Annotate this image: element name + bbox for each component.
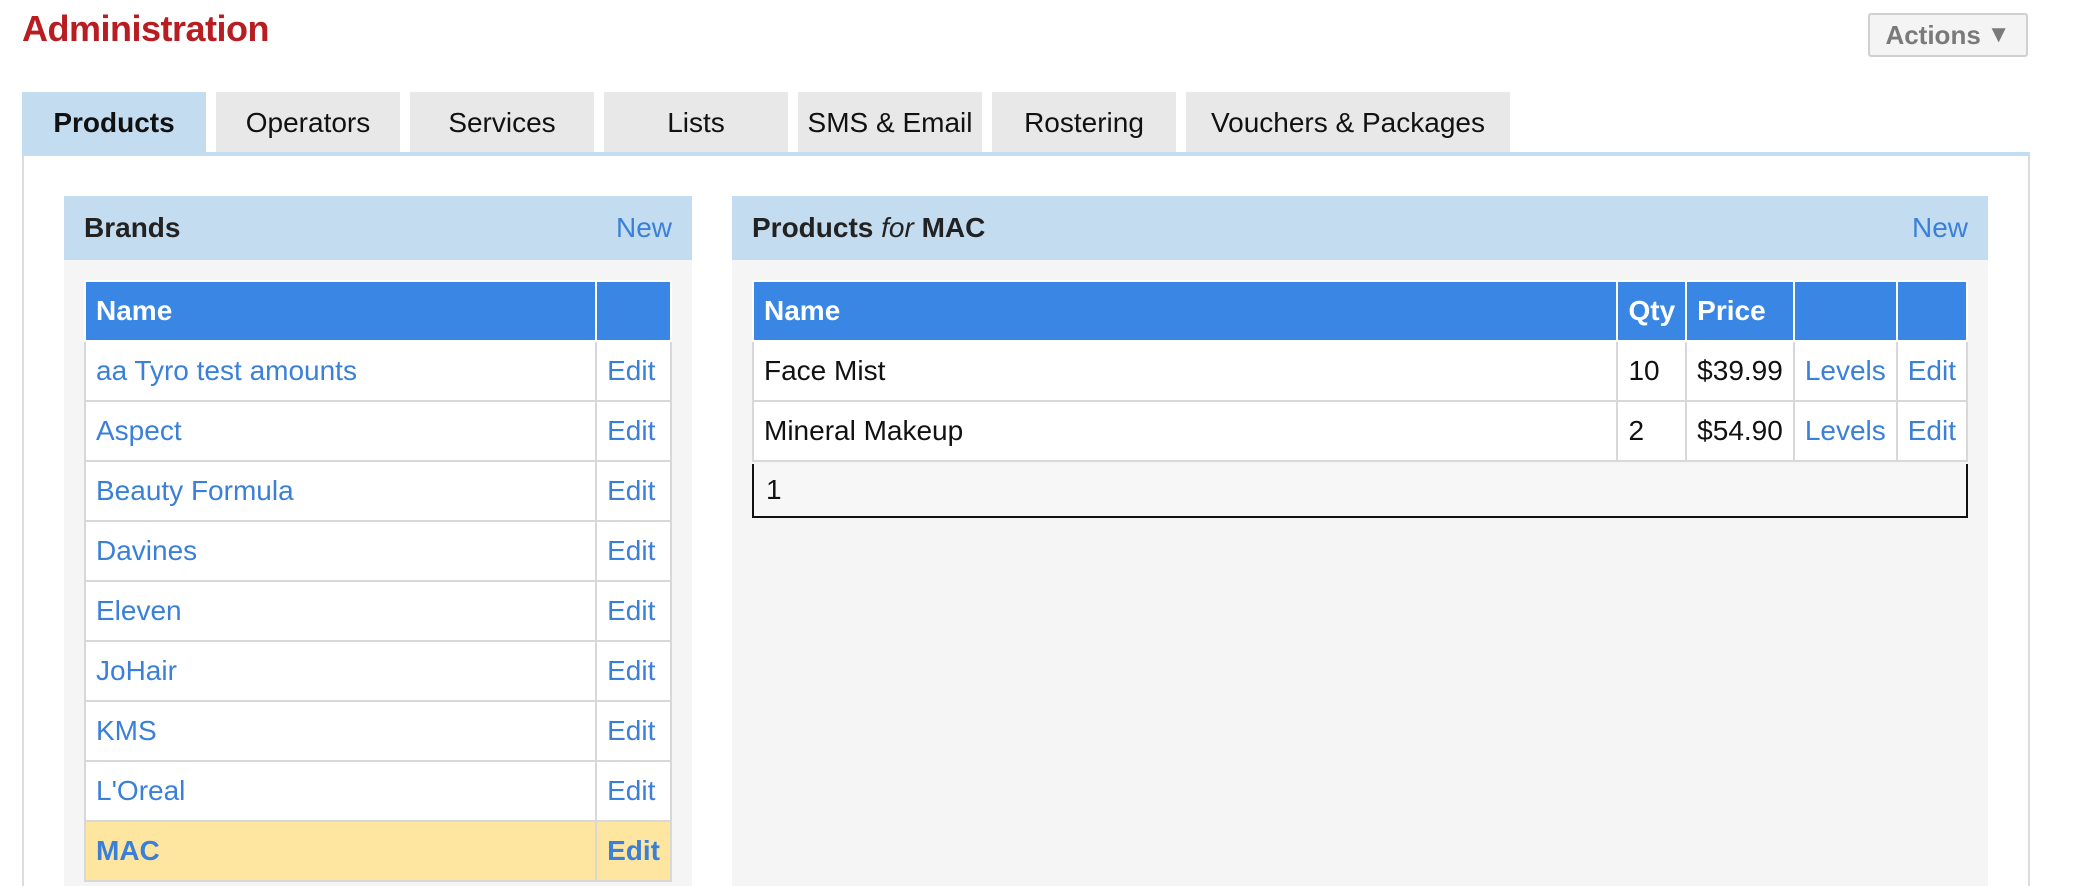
- product-levels-link[interactable]: Levels: [1792, 400, 1898, 462]
- table-row: aa Tyro test amounts Edit: [83, 340, 672, 402]
- table-row: L'Oreal Edit: [83, 760, 672, 822]
- actions-label: Actions: [1885, 19, 1981, 50]
- brand-edit-link[interactable]: Edit: [595, 580, 672, 642]
- brand-edit-link[interactable]: Edit: [595, 760, 672, 822]
- brands-table: Name aa Tyro test amounts Edit Aspect Ed…: [83, 280, 672, 882]
- brand-name-link[interactable]: aa Tyro test amounts: [83, 340, 598, 402]
- brand-name-link[interactable]: JoHair: [83, 640, 598, 702]
- brands-table-header: Name: [83, 280, 672, 342]
- product-edit-link[interactable]: Edit: [1895, 340, 1969, 402]
- products-pager: 1: [752, 464, 1968, 518]
- actions-button[interactable]: Actions ▼: [1868, 13, 2028, 57]
- table-row: Beauty Formula Edit: [83, 460, 672, 522]
- product-edit-link[interactable]: Edit: [1895, 400, 1969, 462]
- brand-name-link[interactable]: L'Oreal: [83, 760, 598, 822]
- product-qty: 10: [1616, 340, 1688, 402]
- brand-edit-link[interactable]: Edit: [595, 460, 672, 522]
- brands-action-column-header: [595, 280, 672, 342]
- tab-services[interactable]: Services: [410, 92, 594, 154]
- pager-page-1[interactable]: 1: [766, 474, 782, 506]
- product-price: $39.99: [1685, 340, 1795, 402]
- new-brand-link[interactable]: New: [616, 212, 672, 244]
- table-row: Eleven Edit: [83, 580, 672, 642]
- tab-products[interactable]: Products: [22, 92, 206, 154]
- tab-lists[interactable]: Lists: [604, 92, 788, 154]
- product-edit-column-header: [1895, 280, 1969, 342]
- table-row: JoHair Edit: [83, 640, 672, 702]
- table-row-selected: MAC Edit: [83, 820, 672, 882]
- product-price: $54.90: [1685, 400, 1795, 462]
- brand-edit-link[interactable]: Edit: [595, 700, 672, 762]
- brand-name-link[interactable]: Aspect: [83, 400, 598, 462]
- brand-edit-link[interactable]: Edit: [595, 400, 672, 462]
- brand-name-link[interactable]: Davines: [83, 520, 598, 582]
- products-title-prefix: Products: [752, 212, 874, 243]
- brands-name-column-header: Name: [83, 280, 598, 342]
- brand-edit-link[interactable]: Edit: [595, 340, 672, 402]
- table-row: Face Mist 10 $39.99 Levels Edit: [751, 340, 1969, 402]
- brand-edit-link[interactable]: Edit: [595, 520, 672, 582]
- brand-name-link[interactable]: Eleven: [83, 580, 598, 642]
- product-name: Mineral Makeup: [751, 400, 1619, 462]
- product-name-column-header: Name: [751, 280, 1619, 342]
- brand-name-link[interactable]: Beauty Formula: [83, 460, 598, 522]
- admin-tabs: Products Operators Services Lists SMS & …: [22, 92, 1520, 154]
- tab-sms-email[interactable]: SMS & Email: [798, 92, 982, 154]
- table-row: Aspect Edit: [83, 400, 672, 462]
- products-title-for: for: [881, 212, 914, 243]
- product-levels-link[interactable]: Levels: [1792, 340, 1898, 402]
- product-price-column-header: Price: [1685, 280, 1795, 342]
- brands-panel-header: Brands New: [64, 196, 692, 260]
- brand-name-link[interactable]: KMS: [83, 700, 598, 762]
- caret-down-icon: ▼: [1986, 21, 2011, 48]
- tab-vouchers-packages[interactable]: Vouchers & Packages: [1186, 92, 1510, 154]
- tab-rostering[interactable]: Rostering: [992, 92, 1176, 154]
- table-row: KMS Edit: [83, 700, 672, 762]
- product-qty: 2: [1616, 400, 1688, 462]
- brands-title: Brands: [84, 212, 181, 243]
- products-title: Products for MAC: [752, 212, 985, 244]
- brand-name-link[interactable]: MAC: [83, 820, 598, 882]
- products-panel-header: Products for MAC New: [732, 196, 1988, 260]
- product-qty-column-header: Qty: [1616, 280, 1688, 342]
- product-levels-column-header: [1792, 280, 1898, 342]
- tab-operators[interactable]: Operators: [216, 92, 400, 154]
- brand-edit-link[interactable]: Edit: [595, 640, 672, 702]
- products-table: Name Qty Price Face Mist 10 $39.99 Level…: [751, 280, 1969, 462]
- table-row: Davines Edit: [83, 520, 672, 582]
- products-title-brand: MAC: [921, 212, 986, 243]
- products-table-header: Name Qty Price: [751, 280, 1969, 342]
- table-row: Mineral Makeup 2 $54.90 Levels Edit: [751, 400, 1969, 462]
- brand-edit-link[interactable]: Edit: [595, 820, 672, 882]
- product-name: Face Mist: [751, 340, 1619, 402]
- new-product-link[interactable]: New: [1912, 212, 1968, 244]
- page-title: Administration: [22, 8, 270, 49]
